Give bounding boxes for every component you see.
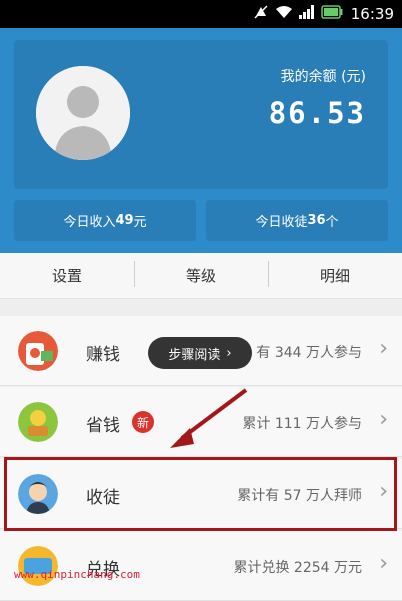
today-apprentice-box[interactable]: 今日收徒 36 个	[206, 200, 388, 241]
tab-level[interactable]: 等级	[134, 261, 268, 287]
avatar-placeholder-icon[interactable]	[36, 66, 130, 160]
new-badge: 新	[132, 411, 154, 433]
today-apprentice-label: 今日收徒	[255, 215, 308, 230]
menu-item-save-title: 省钱	[86, 416, 120, 436]
menu-item-exchange[interactable]: 兑换 累计兑换 2254 万元 ›	[0, 531, 402, 601]
mute-icon	[253, 4, 269, 24]
menu-item-save-desc: 累计 111 万人参与	[242, 416, 362, 432]
today-apprentice-unit: 个	[325, 215, 339, 230]
tab-settings[interactable]: 设置	[0, 265, 134, 286]
today-income-value: 49	[115, 213, 134, 228]
chevron-right-icon: ›	[379, 336, 388, 361]
today-apprentice-value: 36	[307, 213, 326, 228]
chevron-right-icon: ›	[379, 407, 388, 432]
battery-icon	[321, 5, 343, 23]
annotation-arrow-icon	[170, 388, 248, 448]
watermark: www.qinpinchang.com	[14, 568, 140, 581]
today-income-unit: 元	[133, 215, 147, 230]
menu-item-earn-title: 赚钱	[86, 345, 120, 365]
wifi-icon	[275, 5, 293, 23]
highlight-frame	[4, 457, 397, 531]
earn-money-icon	[18, 331, 58, 371]
status-bar: 16:39	[0, 0, 402, 28]
chevron-right-icon: ›	[379, 551, 388, 576]
save-money-icon	[18, 402, 58, 442]
balance-amount: 86.53	[268, 96, 366, 130]
today-income-label: 今日收入	[63, 215, 116, 230]
balance-label: 我的余额 (元)	[280, 69, 366, 85]
account-header: 我的余额 (元) 86.53 今日收入 49 元 今日收徒 36 个	[0, 28, 402, 253]
step-reading-label: 步骤阅读	[168, 347, 221, 363]
chevron-right-icon: ›	[226, 345, 232, 361]
menu-item-exchange-desc: 累计兑换 2254 万元	[233, 560, 362, 576]
menu-item-earn-desc: 有 344 万人参与	[256, 345, 362, 361]
step-reading-tooltip[interactable]: 步骤阅读 ›	[148, 337, 252, 369]
status-time: 16:39	[350, 5, 394, 23]
tab-details[interactable]: 明细	[268, 261, 402, 287]
balance-card[interactable]: 我的余额 (元) 86.53	[14, 40, 388, 189]
today-income-box[interactable]: 今日收入 49 元	[14, 200, 196, 241]
signal-icon	[298, 5, 315, 23]
account-tabs: 设置 等级 明细	[0, 253, 402, 299]
